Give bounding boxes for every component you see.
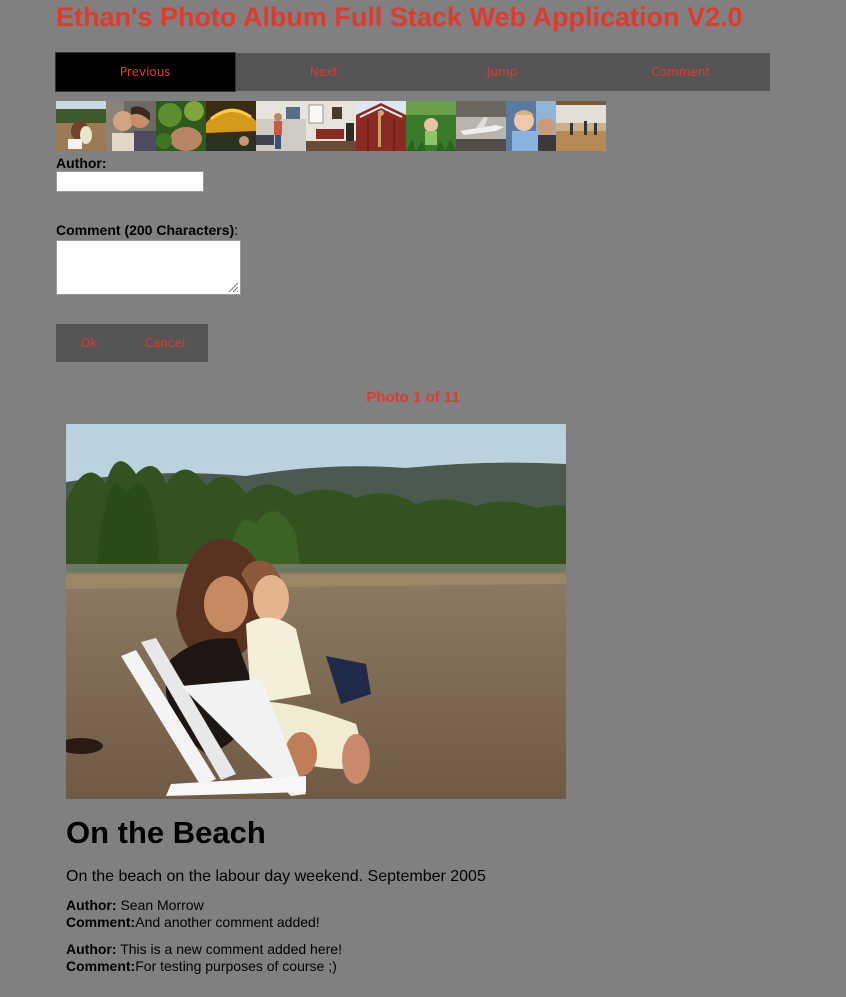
author-label: Author: [56, 155, 107, 171]
nav-comment[interactable]: Comment [592, 53, 771, 91]
comment-text-label: Comment: [66, 914, 136, 930]
thumbnail-2[interactable] [106, 101, 156, 151]
comment-author: Sean Morrow [120, 897, 204, 913]
nav-bar: Previous Next Jump Comment [55, 52, 771, 92]
nav-jump[interactable]: Jump [413, 53, 592, 91]
main-photo [66, 424, 566, 799]
thumbnail-1[interactable] [56, 101, 106, 151]
comment-text-label: Comment: [66, 958, 136, 974]
comment-label-text: Comment (200 Characters) [56, 222, 235, 238]
thumbnail-10[interactable] [506, 101, 556, 151]
thumbnail-5[interactable] [256, 101, 306, 151]
thumbnail-6[interactable] [306, 101, 356, 151]
comment-textarea[interactable] [56, 240, 241, 295]
comment-text: For testing purposes of course ;) [135, 958, 337, 974]
comment-author-label: Author: [66, 941, 117, 957]
thumbnail-7[interactable] [356, 101, 406, 151]
comment-text: And another comment added! [135, 914, 320, 930]
thumbnail-3[interactable] [156, 101, 206, 151]
photo-title: On the Beach [66, 815, 266, 850]
app-title: Ethan's Photo Album Full Stack Web Appli… [56, 2, 743, 32]
comment-label: Comment (200 Characters): [56, 222, 238, 238]
comment-entry: Author: Sean Morrow Comment:And another … [66, 897, 320, 931]
thumbnail-11[interactable] [556, 101, 606, 151]
author-field[interactable] [56, 171, 204, 192]
resize-grip-icon[interactable] [227, 281, 239, 293]
nav-next[interactable]: Next [235, 53, 414, 91]
cancel-button[interactable]: Cancel [122, 324, 208, 362]
comment-author: This is a new comment added here! [120, 941, 342, 957]
ok-button[interactable]: Ok [56, 324, 122, 362]
nav-previous[interactable]: Previous [55, 52, 236, 92]
comment-label-colon: : [234, 222, 239, 238]
comment-author-label: Author: [66, 897, 117, 913]
form-button-bar: Ok Cancel [56, 324, 208, 362]
thumbnail-4[interactable] [206, 101, 256, 151]
thumbnail-strip [56, 101, 606, 151]
thumbnail-9[interactable] [456, 101, 506, 151]
comment-entry: Author: This is a new comment added here… [66, 941, 342, 975]
page: Ethan's Photo Album Full Stack Web Appli… [0, 0, 846, 997]
photo-counter: Photo 1 of 11 [366, 389, 460, 406]
photo-description: On the beach on the labour day weekend. … [66, 868, 486, 885]
thumbnail-8[interactable] [406, 101, 456, 151]
